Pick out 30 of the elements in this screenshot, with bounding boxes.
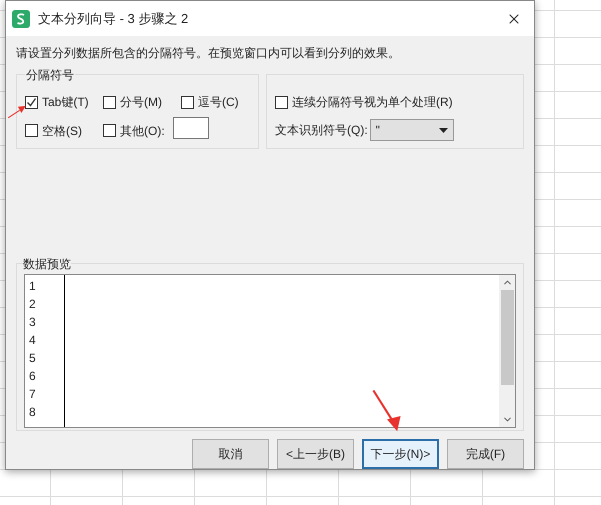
row-number: 6 [29, 368, 37, 385]
caret-icon [438, 128, 448, 132]
row-number: 3 [29, 314, 37, 331]
dialog-button[interactable]: 下一步(N)> [362, 439, 439, 469]
checkbox[interactable]: 连续分隔符号视为单个处理(R) [275, 93, 515, 111]
checkbox[interactable]: Tab键(T) [25, 93, 103, 111]
checkbox[interactable]: 其他(O): [103, 121, 181, 140]
row-number: 4 [29, 332, 37, 349]
row-number: 1 [29, 278, 37, 295]
window-title: 文本分列向导 - 3 步骤之 2 [38, 10, 188, 28]
other-input-field[interactable] [173, 117, 209, 139]
dialog-button[interactable]: <上一步(B) [277, 439, 354, 469]
dialog-button[interactable]: 取消 [192, 439, 269, 469]
group-title: 数据预览 [23, 255, 71, 273]
row-number: 7 [29, 386, 37, 403]
instruction-text: 请设置分列数据所包含的分隔符号。在预览窗口内可以看到分列的效果。 [16, 45, 401, 62]
scrollbar[interactable] [499, 275, 515, 427]
app-logo-icon [12, 10, 30, 28]
dialog-button[interactable]: 完成(F) [447, 439, 524, 469]
qualifier-dropdown[interactable]: " [370, 119, 454, 141]
scroll-thumb[interactable] [500, 290, 514, 385]
group-title: 分隔符号 [25, 66, 75, 84]
row-number: 5 [29, 350, 37, 367]
check-icon [26, 96, 37, 108]
qualifier-label: 文本识别符号(Q): [275, 122, 368, 139]
checkbox[interactable]: 空格(S) [25, 121, 103, 140]
row-number: 2 [29, 296, 37, 313]
checkbox[interactable]: 逗号(C) [181, 93, 251, 111]
row-number: 8 [29, 404, 37, 421]
checkbox[interactable]: 分号(M) [103, 93, 181, 111]
